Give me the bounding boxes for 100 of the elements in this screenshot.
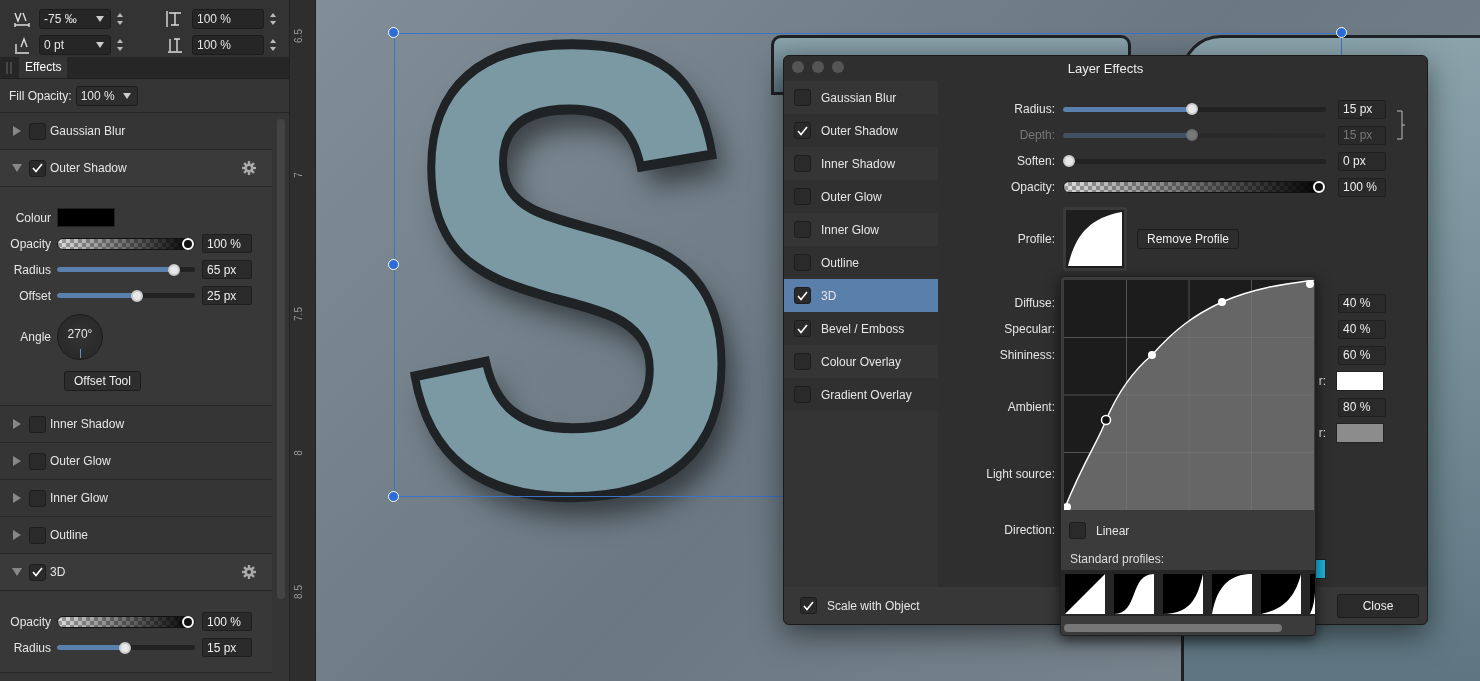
selection-handle[interactable] bbox=[388, 27, 399, 38]
selection-handle[interactable] bbox=[388, 259, 399, 270]
checkbox[interactable] bbox=[29, 526, 46, 544]
effect-label: Outer Glow bbox=[821, 189, 882, 204]
offset-tool-button[interactable]: Offset Tool bbox=[64, 370, 141, 391]
checkbox[interactable] bbox=[29, 415, 46, 433]
horizontal-scale-field[interactable]: 100 % bbox=[192, 35, 264, 55]
opacity-slider[interactable] bbox=[57, 237, 195, 250]
setting-label: Offset bbox=[18, 288, 51, 303]
effect-label: 3D bbox=[50, 565, 66, 579]
value-field[interactable]: 25 px bbox=[202, 286, 252, 305]
effect-label: Gaussian Blur bbox=[821, 90, 897, 105]
remove-profile-button[interactable]: Remove Profile bbox=[1137, 229, 1240, 249]
effect-label: Inner Glow bbox=[821, 222, 880, 237]
scale-with-object-label: Scale with Object bbox=[827, 598, 920, 613]
profile-curve-icon[interactable] bbox=[1063, 207, 1127, 271]
slider-thumb[interactable] bbox=[1063, 155, 1075, 167]
value-field[interactable]: 15 px bbox=[1338, 99, 1386, 119]
control-label: Soften: bbox=[1016, 154, 1055, 168]
checkbox[interactable] bbox=[29, 489, 46, 507]
checkbox[interactable] bbox=[794, 287, 811, 304]
slider-track[interactable] bbox=[1063, 106, 1326, 112]
caret-icon[interactable] bbox=[96, 42, 104, 48]
value-field[interactable]: 40 % bbox=[1338, 319, 1386, 339]
linear-label: Linear bbox=[1096, 523, 1130, 538]
value-field[interactable]: 80 % bbox=[1338, 397, 1386, 417]
collapse-triangle-icon[interactable] bbox=[12, 163, 22, 173]
settings-icon[interactable] bbox=[242, 161, 256, 175]
effect-label: Outer Glow bbox=[50, 454, 111, 468]
effect-label: Inner Shadow bbox=[50, 417, 125, 431]
slider-thumb[interactable] bbox=[167, 263, 180, 276]
checkbox[interactable] bbox=[800, 597, 817, 614]
colour-swatch[interactable] bbox=[1336, 371, 1384, 391]
checkbox[interactable] bbox=[1069, 522, 1086, 539]
checkbox[interactable] bbox=[794, 122, 811, 139]
link-bracket-icon[interactable] bbox=[1396, 110, 1406, 140]
scrollbar[interactable] bbox=[1064, 624, 1282, 632]
value-field[interactable]: 60 % bbox=[1338, 345, 1386, 365]
checkbox[interactable] bbox=[794, 89, 811, 106]
opacity-slider[interactable] bbox=[57, 615, 195, 628]
expand-triangle-icon[interactable] bbox=[12, 419, 22, 429]
checkbox[interactable] bbox=[794, 155, 811, 172]
setting-label: Opacity bbox=[9, 236, 51, 251]
collapse-triangle-icon[interactable] bbox=[12, 567, 22, 577]
profile-preset-icon[interactable] bbox=[1212, 574, 1252, 614]
effect-row[interactable]: 3D bbox=[0, 554, 272, 591]
profile-preset-icon[interactable] bbox=[1114, 574, 1154, 614]
slider-thumb[interactable] bbox=[1186, 103, 1198, 115]
checkbox[interactable] bbox=[794, 353, 811, 370]
profile-preset-icon[interactable] bbox=[1065, 574, 1105, 614]
colour-swatch[interactable] bbox=[57, 208, 115, 227]
slider-track[interactable] bbox=[1063, 132, 1326, 138]
close-button[interactable]: Close bbox=[1337, 593, 1419, 618]
expand-triangle-icon[interactable] bbox=[12, 456, 22, 466]
colour-label: r: bbox=[1318, 374, 1326, 388]
lighting-label: Shininess: bbox=[999, 348, 1055, 362]
baseline-dropdown[interactable]: 0 pt bbox=[39, 35, 111, 55]
angle-dial[interactable]: 270° bbox=[57, 314, 103, 360]
value-field[interactable]: 40 % bbox=[1338, 293, 1386, 313]
slider-track[interactable] bbox=[1063, 158, 1326, 164]
slider-thumb[interactable] bbox=[118, 641, 131, 654]
checkbox[interactable] bbox=[29, 563, 46, 581]
effect-label: Outline bbox=[50, 528, 89, 542]
value-field[interactable]: 0 px bbox=[1338, 151, 1386, 171]
expand-triangle-icon[interactable] bbox=[12, 126, 22, 136]
fill-opacity-dropdown[interactable]: 100 % bbox=[75, 85, 138, 106]
tracking-dropdown[interactable]: -75 ‰ bbox=[39, 9, 111, 29]
grip-icon[interactable] bbox=[5, 62, 13, 74]
checkbox[interactable] bbox=[794, 221, 811, 238]
selection-handle[interactable] bbox=[1336, 27, 1347, 38]
caret-icon[interactable] bbox=[122, 92, 131, 99]
caret-icon[interactable] bbox=[96, 16, 104, 22]
profile-preset-icon[interactable] bbox=[1163, 574, 1203, 614]
panel-tab[interactable]: Effects bbox=[19, 57, 68, 78]
value-field[interactable]: 100 % bbox=[202, 612, 252, 631]
lighting-label: Direction: bbox=[1004, 523, 1055, 537]
checkbox[interactable] bbox=[29, 452, 46, 470]
settings-icon[interactable] bbox=[242, 565, 256, 579]
profile-preset-icon[interactable] bbox=[1261, 574, 1301, 614]
profile-curve-editor[interactable] bbox=[1064, 280, 1314, 510]
checkbox[interactable] bbox=[29, 159, 46, 177]
tracking-icon bbox=[12, 10, 32, 28]
value-field[interactable]: 65 px bbox=[202, 260, 252, 279]
effect-row[interactable]: Outer Shadow bbox=[0, 150, 272, 187]
checkbox[interactable] bbox=[794, 320, 811, 337]
expand-triangle-icon[interactable] bbox=[12, 530, 22, 540]
value-field[interactable]: 100 % bbox=[202, 234, 252, 253]
colour-swatch[interactable] bbox=[1336, 423, 1384, 443]
ruler-mark: 8 bbox=[292, 449, 305, 458]
value-field[interactable]: 15 px bbox=[202, 638, 252, 657]
value-field[interactable]: 100 % bbox=[1338, 177, 1386, 197]
expand-triangle-icon[interactable] bbox=[12, 493, 22, 503]
control-label: Depth: bbox=[1019, 128, 1055, 142]
colour-label: r: bbox=[1318, 426, 1326, 440]
setting-label: Radius bbox=[12, 262, 51, 277]
opacity-slider[interactable] bbox=[1063, 181, 1326, 193]
slider-thumb[interactable] bbox=[131, 289, 144, 302]
selection-handle[interactable] bbox=[388, 491, 399, 502]
vertical-scale-field[interactable]: 100 % bbox=[192, 9, 264, 29]
checkbox[interactable] bbox=[29, 122, 46, 140]
